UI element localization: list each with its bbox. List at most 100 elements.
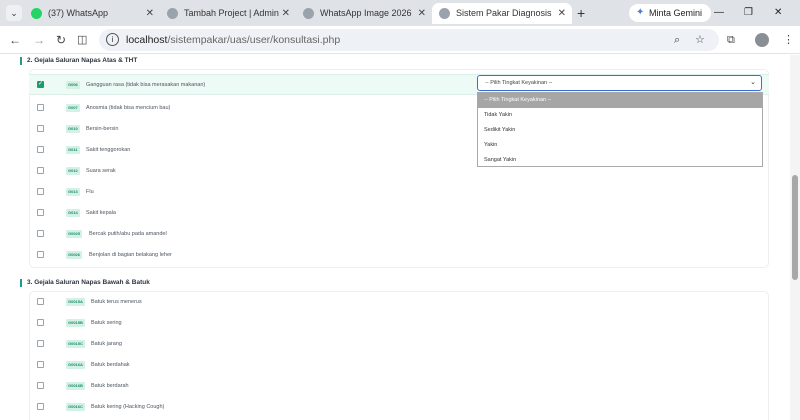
checkbox[interactable]	[37, 209, 44, 216]
dropdown-option[interactable]: Sangat Yakin	[478, 153, 762, 168]
symptom-label: Batuk sering	[91, 320, 122, 326]
checkbox[interactable]	[37, 340, 44, 347]
tab-search-chevron-icon[interactable]: ⌄	[6, 5, 22, 21]
more-menu-icon[interactable]: ⋮	[783, 31, 794, 49]
checkbox[interactable]	[37, 230, 44, 237]
restore-icon[interactable]: ❐	[744, 4, 753, 22]
list-item[interactable]: G0016C Batuk kering (Hacking Cough)	[29, 397, 769, 418]
symptom-code-badge: G0016A	[66, 361, 85, 369]
symptom-label: Batuk kering (Hacking Cough)	[91, 404, 165, 410]
close-icon[interactable]: ✕	[418, 3, 426, 24]
url-path: /sistempakar/uas/user/konsultasi.php	[167, 34, 341, 46]
minimize-icon[interactable]: —	[714, 4, 724, 22]
tab-title: Sistem Pakar Diagnosis Pen	[456, 8, 552, 18]
confidence-select[interactable]: -- Pilih Tingkat Keyakinan -- ⌄	[477, 75, 762, 91]
symptom-code-badge: G010	[66, 125, 80, 133]
checkbox[interactable]	[37, 382, 44, 389]
symptom-label: Batuk berdahak	[91, 362, 130, 368]
tab-tambah-project[interactable]: Tambah Project | Admin ✕	[160, 3, 296, 24]
address-bar[interactable]: i localhost/sistempakar/uas/user/konsult…	[99, 29, 719, 51]
tab-whatsapp[interactable]: (37) WhatsApp ✕	[24, 3, 160, 24]
confidence-dropdown: -- Pilih Tingkat Keyakinan -- Tidak Yaki…	[477, 92, 763, 167]
scrollbar[interactable]	[790, 55, 800, 420]
dropdown-option[interactable]: -- Pilih Tingkat Keyakinan --	[478, 93, 762, 108]
symptom-label: Batuk jarang	[91, 341, 122, 347]
dropdown-option[interactable]: Yakin	[478, 138, 762, 153]
back-arrow-icon[interactable]: ←	[9, 31, 21, 49]
dropdown-option[interactable]: Sedikit Yakin	[478, 123, 762, 138]
list-item[interactable]: G014 Sakit kepala	[29, 203, 769, 224]
symptom-label: Gangguan rasa (tidak bisa merasakan maka…	[86, 82, 206, 88]
symptom-code-badge: G014	[66, 209, 80, 217]
symptom-label: Benjolan di bagian belakang leher	[89, 252, 172, 258]
globe-icon	[439, 8, 450, 19]
side-panel-icon[interactable]: ◫	[77, 31, 87, 49]
symptom-label: Sakit kepala	[86, 210, 116, 216]
globe-icon	[303, 8, 314, 19]
tab-whatsapp-image[interactable]: WhatsApp Image 2026-08-0 ✕	[296, 3, 432, 24]
url-text[interactable]: localhost/sistempakar/uas/user/konsultas…	[126, 29, 340, 51]
browser-tab-bar: ⌄ (37) WhatsApp ✕ Tambah Project | Admin…	[0, 0, 800, 26]
symptom-code-badge: G011	[66, 146, 80, 154]
symptom-label: Bersin-bersin	[86, 126, 119, 132]
close-icon[interactable]: ✕	[558, 3, 566, 24]
tab-title: Tambah Project | Admin	[184, 8, 279, 18]
checkbox[interactable]	[37, 319, 44, 326]
checkbox[interactable]	[37, 361, 44, 368]
symptom-code-badge: G0016B	[66, 382, 85, 390]
new-tab-button[interactable]: +	[577, 4, 585, 22]
symptom-code-badge: G0015B	[66, 319, 85, 327]
reload-icon[interactable]: ↻	[56, 31, 66, 49]
symptom-label: Flu	[86, 189, 94, 195]
checkbox[interactable]	[37, 125, 44, 132]
symptom-label: Sakit tenggorokan	[86, 147, 131, 153]
list-item[interactable]: G0026 Benjolan di bagian belakang leher	[29, 245, 769, 266]
list-item[interactable]: G013 Flu	[29, 182, 769, 203]
gemini-button[interactable]: ✦ Minta Gemini	[629, 4, 712, 22]
symptom-code-badge: G0026	[66, 251, 83, 259]
close-icon[interactable]: ✕	[282, 3, 290, 24]
checkbox[interactable]	[37, 188, 44, 195]
list-item[interactable]: G0015A Batuk terus menerus	[29, 292, 769, 313]
chevron-down-icon: ⌄	[750, 79, 756, 86]
symptom-label: Batuk berdarah	[91, 383, 129, 389]
close-icon[interactable]: ✕	[146, 3, 154, 24]
list-item[interactable]: G0015B Batuk sering	[29, 313, 769, 334]
forward-arrow-icon[interactable]: →	[33, 31, 45, 49]
extensions-icon[interactable]: ⧉	[727, 31, 735, 49]
symptom-label: Suara serak	[86, 168, 116, 174]
tab-sistem-pakar[interactable]: Sistem Pakar Diagnosis Pen ✕	[432, 3, 572, 24]
gemini-label: Minta Gemini	[649, 8, 703, 18]
checkbox[interactable]	[37, 403, 44, 410]
checkbox[interactable]	[37, 146, 44, 153]
url-host: localhost	[126, 34, 168, 46]
scrollbar-thumb[interactable]	[792, 175, 798, 280]
list-item[interactable]: G0016B Batuk berdarah	[29, 376, 769, 397]
list-item[interactable]: G0016A Batuk berdahak	[29, 355, 769, 376]
zoom-icon[interactable]: ⌕	[674, 30, 680, 50]
symptom-code-badge: G0015C	[66, 340, 85, 348]
checkbox[interactable]	[37, 251, 44, 258]
confidence-select-value: -- Pilih Tingkat Keyakinan --	[485, 80, 553, 86]
symptom-code-badge: G012	[66, 167, 80, 175]
site-info-icon[interactable]: i	[106, 33, 119, 46]
symptom-code-badge: G0015A	[66, 298, 85, 306]
gemini-star-icon: ✦	[636, 7, 645, 18]
avatar[interactable]	[755, 33, 769, 47]
close-window-icon[interactable]: ✕	[774, 4, 782, 22]
symptom-label: Batuk terus menerus	[91, 299, 142, 305]
symptom-code-badge: G007	[66, 104, 80, 112]
bookmark-star-icon[interactable]: ☆	[695, 30, 705, 50]
checkbox[interactable]	[37, 104, 44, 111]
symptom-code-badge: G006	[66, 81, 80, 89]
checkbox[interactable]	[37, 167, 44, 174]
checkbox[interactable]	[37, 298, 44, 305]
symptom-code-badge: G0016C	[66, 403, 85, 411]
dropdown-option[interactable]: Tidak Yakin	[478, 108, 762, 123]
list-item[interactable]: G0025 Bercak putih/abu pada amandel	[29, 224, 769, 245]
symptom-label: Bercak putih/abu pada amandel	[89, 231, 167, 237]
tab-title: WhatsApp Image 2026-08-0	[320, 8, 412, 18]
list-item[interactable]: G0015C Batuk jarang	[29, 334, 769, 355]
checkbox[interactable]	[37, 80, 44, 88]
section-title: 2. Gejala Saluran Napas Atas & THT	[20, 57, 137, 65]
